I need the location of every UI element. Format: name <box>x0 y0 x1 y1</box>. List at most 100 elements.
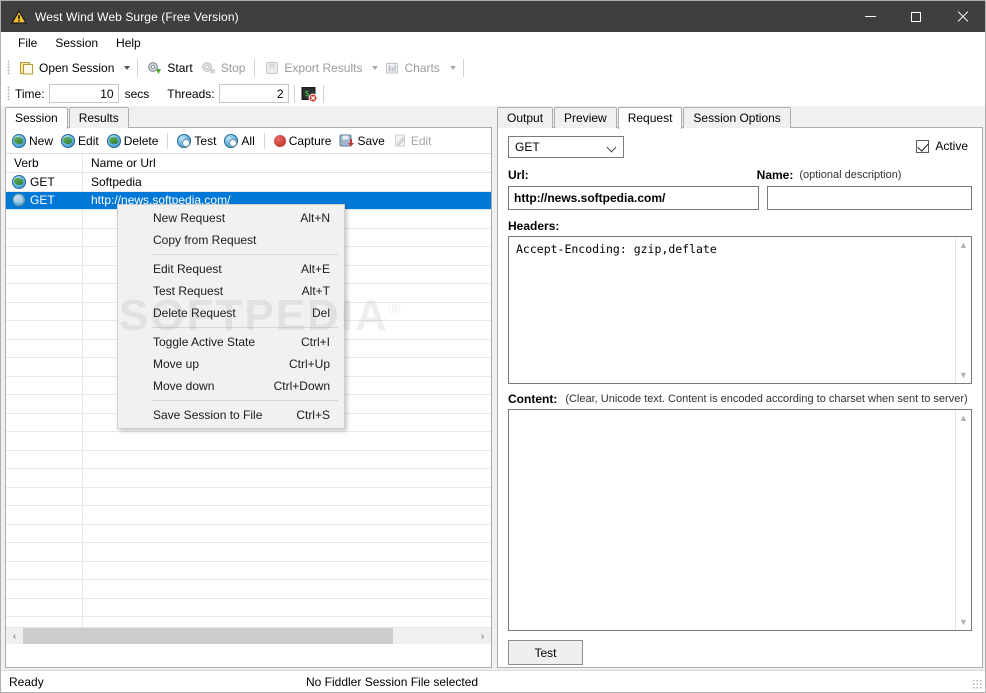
charts-dropdown-icon[interactable] <box>449 65 456 70</box>
table-row-empty[interactable] <box>6 598 491 617</box>
tab-session-options[interactable]: Session Options <box>683 107 791 128</box>
toolbar-grip[interactable] <box>7 60 10 75</box>
edit-fiddler-button[interactable]: Edit <box>389 130 436 152</box>
start-button[interactable]: Start <box>143 56 196 79</box>
context-menu-item[interactable]: Edit Request Alt+E <box>118 258 344 280</box>
session-toolbar-separator <box>167 132 169 149</box>
tab-output[interactable]: Output <box>497 107 554 128</box>
tab-request[interactable]: Request <box>617 107 683 129</box>
new-label: New <box>29 133 54 148</box>
open-session-dropdown-icon[interactable] <box>124 65 131 70</box>
folder-open-icon <box>20 61 33 74</box>
headers-vertical-scrollbar[interactable]: ▲ ▼ <box>955 237 971 383</box>
test-request-button[interactable]: Test <box>173 130 220 152</box>
name-label: Name: <box>756 168 794 182</box>
tab-results[interactable]: Results <box>68 107 129 128</box>
column-header-verb[interactable]: Verb <box>6 154 83 172</box>
verb-select[interactable]: GET <box>508 136 624 158</box>
scroll-track[interactable] <box>23 627 474 644</box>
minimize-button[interactable] <box>847 1 893 32</box>
request-panel: GET Active Url: Name: (optional descript… <box>497 128 983 668</box>
params-toolbar-grip[interactable] <box>7 86 10 101</box>
menu-help[interactable]: Help <box>107 34 150 52</box>
scroll-down-icon[interactable]: ▼ <box>956 367 972 383</box>
save-disk-icon <box>339 134 355 147</box>
url-input[interactable]: http://news.softpedia.com/ <box>508 186 760 210</box>
row-verb-cell <box>6 450 83 468</box>
status-left: Ready <box>9 674 44 689</box>
maximize-button[interactable] <box>893 1 939 32</box>
scroll-right-icon[interactable]: › <box>474 628 491 645</box>
row-verb-cell <box>6 561 83 579</box>
scroll-left-icon[interactable]: ‹ <box>6 628 23 645</box>
table-row-empty[interactable] <box>6 506 491 525</box>
headers-textarea[interactable]: Accept-Encoding: gzip,deflate ▲ ▼ <box>508 236 972 384</box>
content-textarea[interactable]: ▲ ▼ <box>508 409 972 631</box>
row-verb-cell <box>6 524 83 542</box>
table-row-empty[interactable] <box>6 543 491 562</box>
context-menu-item[interactable]: New Request Alt+N <box>118 207 344 229</box>
export-results-dropdown-icon[interactable] <box>372 65 379 70</box>
grid-header: Verb Name or Url <box>6 154 491 173</box>
grid-horizontal-scrollbar[interactable]: ‹ › <box>6 627 491 644</box>
scroll-thumb[interactable] <box>23 627 393 644</box>
content-label-row: Content: (Clear, Unicode text. Content i… <box>508 392 972 406</box>
tab-preview[interactable]: Preview <box>554 107 617 128</box>
context-menu-item[interactable]: Test Request Alt+T <box>118 280 344 302</box>
context-menu-item[interactable]: Delete Request Del <box>118 302 344 324</box>
right-pane: Output Preview Request Session Options G… <box>497 107 983 668</box>
tab-session[interactable]: Session <box>5 107 68 129</box>
test-all-button[interactable]: All <box>220 130 258 152</box>
save-button[interactable]: Save <box>335 130 388 152</box>
table-row-empty[interactable] <box>6 450 491 469</box>
export-results-button[interactable]: Export Results <box>260 56 366 79</box>
context-menu-item[interactable]: Save Session to File Ctrl+S <box>118 404 344 426</box>
table-row-empty[interactable] <box>6 524 491 543</box>
table-row[interactable]: GET Softpedia <box>6 173 491 192</box>
row-name-cell <box>83 543 491 561</box>
threads-input[interactable]: 2 <box>218 84 289 103</box>
name-input[interactable] <box>767 186 972 210</box>
new-request-button[interactable]: New <box>8 130 57 152</box>
content-vertical-scrollbar[interactable]: ▲ ▼ <box>955 410 971 630</box>
context-menu-item[interactable]: Move down Ctrl+Down <box>118 375 344 397</box>
context-menu-item-accelerator: Alt+N <box>300 211 330 225</box>
status-bar: Ready No Fiddler Session File selected <box>1 670 985 692</box>
delete-request-button[interactable]: Delete <box>103 130 163 152</box>
context-menu-item[interactable]: Toggle Active State Ctrl+I <box>118 331 344 353</box>
context-menu-item-label: Edit Request <box>153 262 222 276</box>
maximize-icon <box>911 11 921 22</box>
open-session-button[interactable]: Open Session <box>15 56 118 79</box>
active-checkbox-row[interactable]: Active <box>916 139 968 153</box>
edit-request-button[interactable]: Edit <box>57 130 103 152</box>
test-button[interactable]: Test <box>508 640 583 665</box>
menu-session[interactable]: Session <box>46 34 107 52</box>
resize-grip-icon[interactable] <box>972 679 982 689</box>
scroll-up-icon[interactable]: ▲ <box>956 237 972 253</box>
row-name-cell <box>83 580 491 598</box>
charts-button[interactable]: Charts <box>380 56 443 79</box>
menu-file[interactable]: File <box>9 34 46 52</box>
table-row-empty[interactable] <box>6 561 491 580</box>
context-menu-separator <box>152 254 338 255</box>
time-input[interactable]: 10 <box>48 84 119 103</box>
capture-button[interactable]: Capture <box>270 130 336 152</box>
scroll-up-icon[interactable]: ▲ <box>956 410 972 426</box>
row-name-cell <box>83 506 491 524</box>
clear-results-icon[interactable]: $ <box>300 85 318 103</box>
context-menu-item-label: Delete Request <box>153 306 236 320</box>
active-checkbox[interactable] <box>916 139 930 153</box>
table-row-empty[interactable] <box>6 580 491 599</box>
globe-test-icon <box>177 133 192 148</box>
stop-button[interactable]: Stop <box>197 56 250 79</box>
context-menu-item[interactable]: Copy from Request <box>118 229 344 251</box>
globe-delete-icon <box>106 133 121 148</box>
context-menu-item[interactable]: Move up Ctrl+Up <box>118 353 344 375</box>
scroll-down-icon[interactable]: ▼ <box>956 614 972 630</box>
close-button[interactable] <box>939 1 985 32</box>
column-header-name[interactable]: Name or Url <box>83 154 491 172</box>
table-row-empty[interactable] <box>6 487 491 506</box>
application-window: West Wind Web Surge (Free Version) File … <box>0 0 986 693</box>
table-row-empty[interactable] <box>6 432 491 451</box>
table-row-empty[interactable] <box>6 469 491 488</box>
